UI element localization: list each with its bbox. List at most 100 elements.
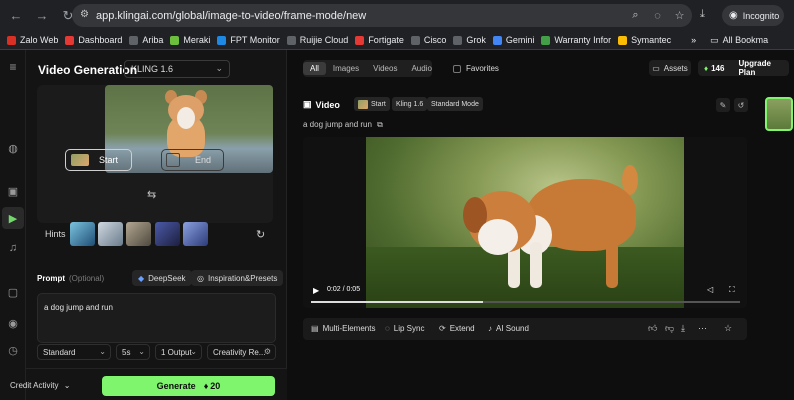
undo-icon[interactable]: ↺ — [734, 98, 748, 112]
bookmark-item[interactable]: Fortigate — [355, 35, 404, 45]
generate-button[interactable]: Generate ♦ 20 — [102, 376, 275, 396]
swap-icon[interactable]: ⇆ — [147, 188, 156, 201]
hint-thumb-4[interactable] — [155, 222, 180, 246]
bookmark-label: Symantec — [631, 35, 672, 45]
fullscreen-icon[interactable]: ⛶ — [729, 285, 735, 295]
bookmark-label: Zalo Web — [20, 35, 59, 45]
more-icon[interactable]: ⋯ — [698, 323, 707, 334]
bookmark-item[interactable]: Symantec — [618, 35, 671, 45]
hint-thumb-3[interactable] — [126, 222, 151, 246]
bookmark-item[interactable]: Cisco — [410, 35, 446, 45]
chevron-down-icon: ⌄ — [99, 347, 106, 356]
play-icon[interactable]: ▶ — [313, 286, 319, 295]
incognito-badge[interactable]: ◉ Incognito — [722, 5, 784, 26]
inspiration-button[interactable]: ◎ Inspiration&Presets — [191, 270, 284, 286]
model-select-value: KLING 1.6 — [131, 64, 174, 74]
lips-icon: ◌ — [385, 324, 390, 333]
eye-icon[interactable]: ◉ — [6, 316, 20, 330]
zoom-icon[interactable]: ⌕ — [628, 8, 643, 23]
bookmark-item[interactable]: Dashboard — [65, 35, 122, 45]
thumbs-down-icon[interactable]: 👎︎ — [665, 323, 674, 334]
menu-icon[interactable]: ≡ — [6, 60, 20, 74]
extend-button[interactable]: ⟳ Extend — [439, 324, 475, 333]
favorite-star-icon[interactable]: ☆ — [724, 323, 732, 334]
end-frame-button[interactable]: + End — [161, 149, 224, 171]
explore-icon[interactable]: ◍ — [6, 141, 20, 155]
assets-icon[interactable]: ▢ — [6, 285, 20, 299]
site-info-icon[interactable]: ⚙ — [80, 9, 89, 20]
prompt-label: Prompt — [37, 274, 65, 283]
video-progress-fill — [311, 301, 483, 303]
bookmark-item[interactable]: Warranty Infor — [541, 35, 611, 45]
eye-off-icon[interactable]: ◌ — [650, 8, 665, 23]
tab-audio[interactable]: Audio — [404, 62, 438, 75]
model-select[interactable]: KLING 1.6 ⌄ — [124, 60, 230, 78]
thumbs-up-icon[interactable]: 👍︎ — [648, 323, 657, 334]
upgrade-plan-button[interactable]: Upgrade Plan — [738, 59, 789, 77]
download-icon[interactable]: ⤓ — [681, 323, 685, 334]
tag-start-label: Start — [371, 100, 386, 108]
hint-thumb-1[interactable] — [70, 222, 95, 246]
audio-icon[interactable]: ♫ — [6, 241, 20, 255]
prompt-optional: (Optional) — [69, 274, 105, 283]
bookmark-favicon-icon — [453, 35, 463, 45]
lip-sync-button[interactable]: ◌ Lip Sync — [385, 324, 424, 333]
output-select[interactable]: 1 Output ⌄ — [155, 344, 202, 360]
bookmark-item[interactable]: FPT Monitor — [217, 35, 280, 45]
favorites-toggle[interactable]: Favorites — [453, 64, 499, 73]
all-bookmarks-button[interactable]: ▭ All Bookma — [710, 35, 768, 46]
forward-icon[interactable]: → — [32, 6, 52, 26]
deepseek-icon: ◆ — [138, 273, 145, 283]
image-icon[interactable]: ▣ — [6, 184, 20, 198]
video-icon[interactable]: ▶ — [2, 207, 24, 229]
generate-label: Generate — [156, 381, 196, 391]
address-bar[interactable]: ⚙ app.klingai.com/global/image-to-video/… — [72, 4, 692, 27]
history-icon[interactable]: ◷ — [6, 343, 20, 357]
multi-elements-button[interactable]: ▤ Multi-Elements — [311, 324, 375, 333]
start-label: Start — [99, 155, 119, 165]
bookmark-item[interactable]: Grok — [453, 35, 486, 45]
bookmark-item[interactable]: Ariba — [129, 35, 163, 45]
download-icon[interactable]: ⤓ — [700, 8, 705, 21]
refresh-icon[interactable]: ↻ — [256, 228, 265, 241]
multi-elements-label: Multi-Elements — [322, 324, 376, 333]
assets-button[interactable]: ▭ Assets — [649, 60, 691, 76]
start-frame-button[interactable]: Start — [65, 149, 132, 171]
prompt-caption: a dog jump and run ⧉ — [303, 120, 383, 130]
copy-icon[interactable]: ⧉ — [377, 120, 383, 129]
video-player[interactable]: ▶ 0:02 / 0:05 ◁ ⛶ — [303, 137, 747, 308]
checkbox-icon — [453, 64, 461, 73]
video-progress[interactable] — [311, 301, 740, 303]
back-icon[interactable]: ← — [6, 6, 26, 26]
star-icon[interactable]: ☆ — [672, 8, 687, 23]
bookmark-favicon-icon — [355, 35, 365, 45]
bookmark-favicon-icon — [129, 35, 139, 45]
deepseek-button[interactable]: ◆ DeepSeek — [132, 270, 192, 286]
ai-sound-button[interactable]: ♪ AI Sound — [488, 324, 529, 333]
history-thumb[interactable] — [765, 97, 793, 131]
bookmark-favicon-icon — [65, 35, 75, 45]
prompt-input[interactable]: a dog jump and run — [37, 293, 276, 343]
bookmark-item[interactable]: Meraki — [170, 35, 210, 45]
bookmark-item[interactable]: Ruijie Cloud — [286, 35, 348, 45]
bookmark-favicon-icon — [170, 35, 180, 45]
mode-select[interactable]: Standard ⌄ — [37, 344, 111, 360]
credit-activity-button[interactable]: Credit Activity ⌄ — [10, 381, 70, 390]
bookmark-item[interactable]: Gemini — [492, 35, 534, 45]
hint-thumb-2[interactable] — [98, 222, 123, 246]
results-panel: All Images Videos Audio Favorites ▭ Asse… — [288, 50, 794, 400]
incognito-label: Incognito — [742, 10, 780, 21]
bookmark-label: Ariba — [142, 35, 164, 45]
add-icon: + — [166, 153, 180, 167]
more-bookmarks-icon[interactable]: » — [691, 35, 696, 45]
tab-videos[interactable]: Videos — [366, 62, 404, 75]
hint-thumb-5[interactable] — [183, 222, 208, 246]
duration-select[interactable]: 5s ⌄ — [116, 344, 150, 360]
favorites-label: Favorites — [466, 64, 499, 73]
tab-all[interactable]: All — [303, 62, 326, 75]
tab-images[interactable]: Images — [326, 62, 366, 75]
mute-icon[interactable]: ◁ — [707, 285, 713, 294]
bookmark-item[interactable]: Zalo Web — [7, 35, 58, 45]
creativity-select[interactable]: Creativity Re... ⚙ — [207, 344, 276, 360]
edit-icon[interactable]: ✎ — [716, 98, 730, 112]
